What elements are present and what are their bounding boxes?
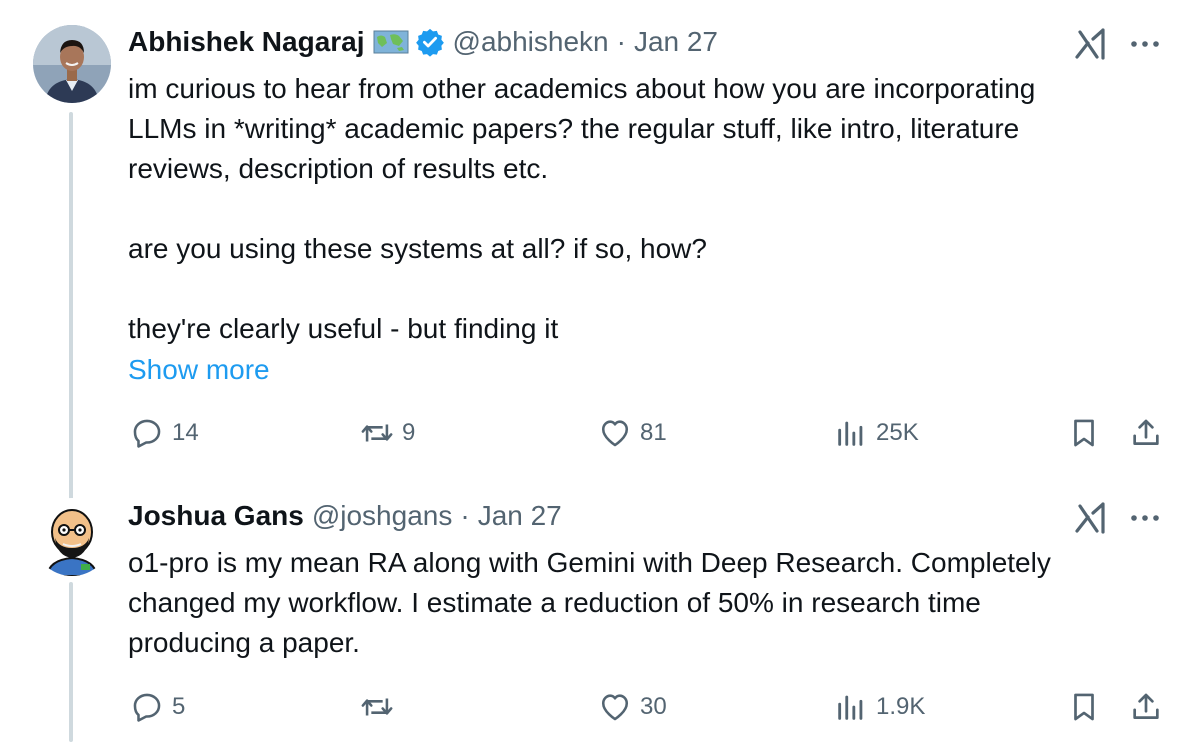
heart-icon [601, 694, 629, 721]
like-button[interactable]: 81 [598, 416, 667, 450]
bookmark-icon [1074, 419, 1094, 447]
views-count: 1.9K [876, 693, 926, 720]
repost-button[interactable]: 9 [360, 416, 415, 450]
tweet-header: Joshua Gans @joshgans · Jan 27 [128, 500, 562, 532]
grok-icon[interactable] [1074, 27, 1108, 61]
views-chart-icon [838, 421, 863, 446]
bookmark-button[interactable] [1067, 690, 1101, 724]
world-map-emoji-icon [373, 29, 409, 55]
tweet-text: o1-pro is my mean RA along with Gemini w… [128, 547, 1051, 658]
views-button[interactable]: 1.9K [834, 690, 925, 724]
reply-button[interactable]: 14 [130, 416, 199, 450]
more-options-icon[interactable] [1128, 501, 1162, 535]
avatar-abhishek[interactable] [33, 25, 111, 103]
repost-icon [361, 698, 393, 716]
more-options-icon[interactable] [1128, 27, 1162, 61]
avatar-joshua[interactable] [33, 498, 111, 576]
like-count: 81 [640, 419, 667, 446]
repost-icon [361, 424, 393, 442]
heart-icon [601, 420, 629, 447]
thread-connector-line-bottom [69, 582, 73, 742]
reply-icon [133, 419, 161, 448]
tweet-header: Abhishek Nagaraj @abhishekn · Jan 27 [128, 26, 718, 58]
views-chart-icon [838, 695, 863, 720]
author-handle[interactable]: @joshgans [312, 500, 453, 532]
reply-count: 14 [172, 419, 199, 446]
reply-button[interactable]: 5 [130, 690, 185, 724]
grok-icon[interactable] [1074, 501, 1108, 535]
thread-connector-line [69, 112, 73, 504]
like-count: 30 [640, 693, 667, 720]
reply-count: 5 [172, 693, 186, 720]
like-button[interactable]: 30 [598, 690, 667, 724]
share-icon [1133, 419, 1159, 445]
tweet-date[interactable]: Jan 27 [634, 26, 718, 58]
reply-icon [133, 693, 161, 722]
bookmark-button[interactable] [1067, 416, 1101, 450]
author-name[interactable]: Joshua Gans [128, 500, 304, 532]
show-more-link[interactable]: Show more [128, 350, 270, 390]
share-button[interactable] [1129, 690, 1163, 724]
repost-count: 9 [402, 419, 416, 446]
verified-badge-icon [415, 27, 445, 57]
tweet-date[interactable]: Jan 27 [478, 500, 562, 532]
separator-dot: · [616, 26, 626, 57]
share-icon [1133, 693, 1159, 719]
views-count: 25K [876, 419, 919, 446]
tweet-text: im curious to hear from other academics … [128, 73, 1036, 344]
separator-dot: · [460, 500, 470, 531]
bookmark-icon [1074, 693, 1094, 721]
share-button[interactable] [1129, 416, 1163, 450]
author-name[interactable]: Abhishek Nagaraj [128, 26, 365, 58]
author-handle[interactable]: @abhishekn [453, 26, 609, 58]
repost-button[interactable] [360, 690, 402, 724]
views-button[interactable]: 25K [834, 416, 919, 450]
